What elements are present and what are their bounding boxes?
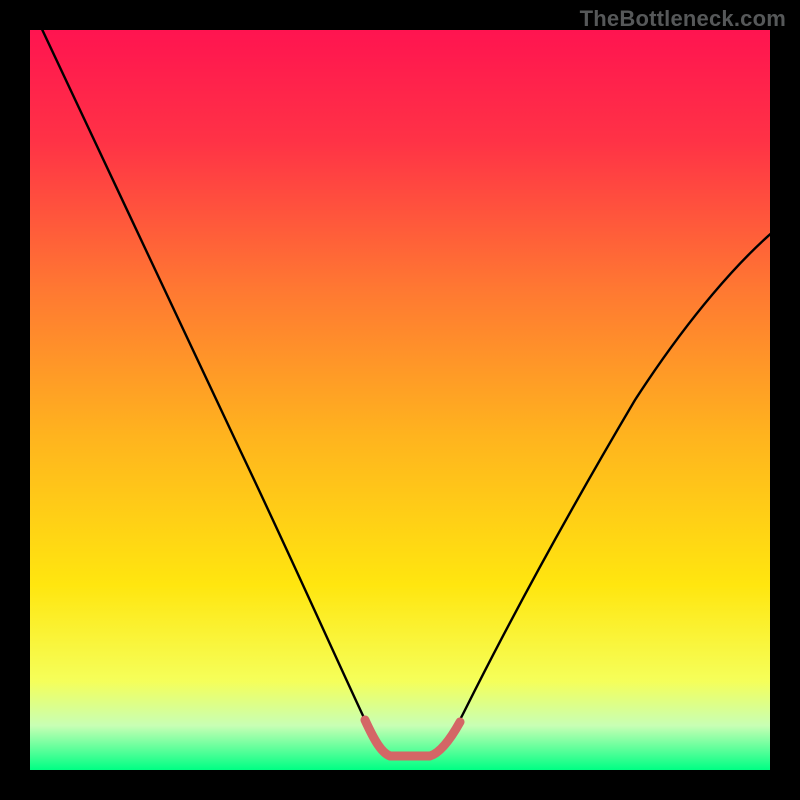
curve-trough-highlight [365,720,460,756]
watermark-text: TheBottleneck.com [580,6,786,32]
curve-path-main [40,30,770,756]
plot-area [30,30,770,770]
chart-frame: TheBottleneck.com [0,0,800,800]
bottleneck-curve [30,30,770,770]
